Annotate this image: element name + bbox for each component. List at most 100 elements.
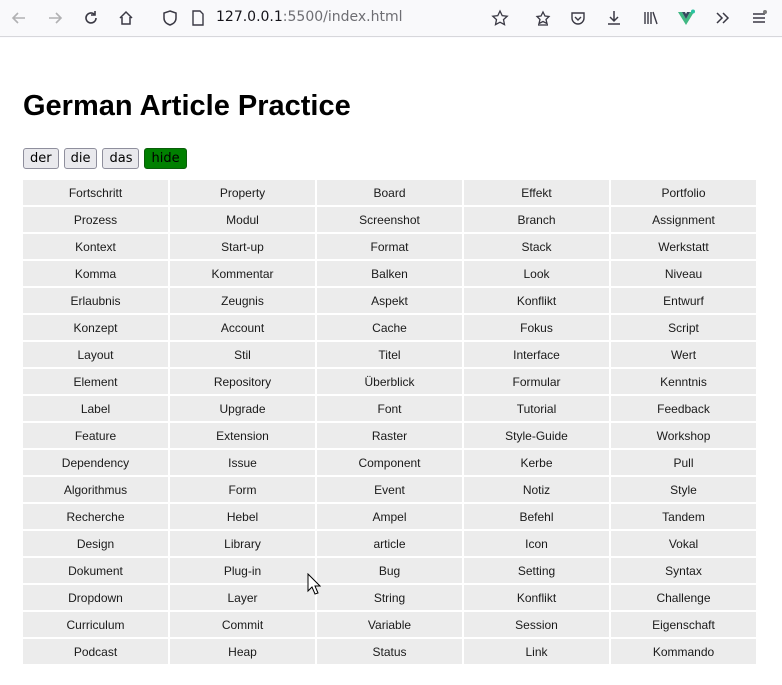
url-bar[interactable]: 127.0.0.1:5500/index.html [216,9,403,25]
word-cell[interactable]: Script [611,315,756,340]
word-cell[interactable]: Dependency [23,450,168,475]
word-cell[interactable]: Zeugnis [170,288,315,313]
word-cell[interactable]: Label [23,396,168,421]
word-cell[interactable]: Upgrade [170,396,315,421]
die-button[interactable]: die [63,148,98,169]
word-cell[interactable]: Property [170,180,315,205]
word-cell[interactable]: Format [317,234,462,259]
word-cell[interactable]: Commit [170,612,315,637]
word-cell[interactable]: Challenge [611,585,756,610]
word-cell[interactable]: Component [317,450,462,475]
bookmark-star-icon[interactable] [490,8,510,28]
word-cell[interactable]: Vokal [611,531,756,556]
word-cell[interactable]: Recherche [23,504,168,529]
word-cell[interactable]: Kontext [23,234,168,259]
overflow-chevron-icon[interactable] [712,8,732,28]
word-cell[interactable]: Konzept [23,315,168,340]
word-cell[interactable]: Notiz [464,477,609,502]
word-cell[interactable]: Feature [23,423,168,448]
word-cell[interactable]: Account [170,315,315,340]
word-cell[interactable]: Design [23,531,168,556]
word-cell[interactable]: Screenshot [317,207,462,232]
der-button[interactable]: der [23,148,59,169]
word-cell[interactable]: Repository [170,369,315,394]
word-cell[interactable]: Überblick [317,369,462,394]
word-cell[interactable]: Workshop [611,423,756,448]
word-cell[interactable]: Wert [611,342,756,367]
word-cell[interactable]: Titel [317,342,462,367]
word-cell[interactable]: Link [464,639,609,664]
word-cell[interactable]: Konflikt [464,585,609,610]
word-cell[interactable]: Look [464,261,609,286]
word-cell[interactable]: String [317,585,462,610]
word-cell[interactable]: Kenntnis [611,369,756,394]
word-cell[interactable]: Kommentar [170,261,315,286]
word-cell[interactable]: Variable [317,612,462,637]
word-cell[interactable]: Heap [170,639,315,664]
word-cell[interactable]: Entwurf [611,288,756,313]
word-cell[interactable]: Curriculum [23,612,168,637]
library-icon[interactable] [641,8,661,28]
word-cell[interactable]: Algorithmus [23,477,168,502]
word-cell[interactable]: Style [611,477,756,502]
word-cell[interactable]: article [317,531,462,556]
word-cell[interactable]: Extension [170,423,315,448]
word-cell[interactable]: Start-up [170,234,315,259]
word-cell[interactable]: Feedback [611,396,756,421]
word-cell[interactable]: Erlaubnis [23,288,168,313]
word-cell[interactable]: Style-Guide [464,423,609,448]
word-cell[interactable]: Event [317,477,462,502]
word-cell[interactable]: Balken [317,261,462,286]
word-cell[interactable]: Ampel [317,504,462,529]
word-cell[interactable]: Werkstatt [611,234,756,259]
word-cell[interactable]: Bug [317,558,462,583]
word-cell[interactable]: Interface [464,342,609,367]
word-cell[interactable]: Layout [23,342,168,367]
word-cell[interactable]: Tandem [611,504,756,529]
word-cell[interactable]: Tutorial [464,396,609,421]
word-cell[interactable]: Font [317,396,462,421]
word-cell[interactable]: Portfolio [611,180,756,205]
vue-extension-icon[interactable] [676,8,696,28]
word-cell[interactable]: Fortschritt [23,180,168,205]
word-cell[interactable]: Podcast [23,639,168,664]
forward-icon[interactable] [45,8,65,28]
home-icon[interactable] [116,8,136,28]
word-cell[interactable]: Effekt [464,180,609,205]
reload-icon[interactable] [81,8,101,28]
das-button[interactable]: das [102,148,140,169]
word-cell[interactable]: Stack [464,234,609,259]
word-cell[interactable]: Cache [317,315,462,340]
word-cell[interactable]: Icon [464,531,609,556]
word-cell[interactable]: Branch [464,207,609,232]
word-cell[interactable]: Element [23,369,168,394]
word-cell[interactable]: Dokument [23,558,168,583]
word-cell[interactable]: Assignment [611,207,756,232]
word-cell[interactable]: Komma [23,261,168,286]
word-cell[interactable]: Befehl [464,504,609,529]
word-cell[interactable]: Session [464,612,609,637]
word-cell[interactable]: Prozess [23,207,168,232]
word-cell[interactable]: Hebel [170,504,315,529]
pocket-icon[interactable] [568,8,588,28]
word-cell[interactable]: Niveau [611,261,756,286]
word-cell[interactable]: Stil [170,342,315,367]
word-cell[interactable]: Eigenschaft [611,612,756,637]
word-cell[interactable]: Syntax [611,558,756,583]
word-cell[interactable]: Layer [170,585,315,610]
download-icon[interactable] [604,8,624,28]
word-cell[interactable]: Issue [170,450,315,475]
word-cell[interactable]: Form [170,477,315,502]
word-cell[interactable]: Library [170,531,315,556]
word-cell[interactable]: Kerbe [464,450,609,475]
word-cell[interactable]: Status [317,639,462,664]
word-cell[interactable]: Raster [317,423,462,448]
word-cell[interactable]: Pull [611,450,756,475]
word-cell[interactable]: Setting [464,558,609,583]
word-cell[interactable]: Fokus [464,315,609,340]
word-cell[interactable]: Plug-in [170,558,315,583]
hide-button[interactable]: hide [144,148,187,169]
extension-star-icon[interactable] [533,8,553,28]
word-cell[interactable]: Kommando [611,639,756,664]
word-cell[interactable]: Board [317,180,462,205]
